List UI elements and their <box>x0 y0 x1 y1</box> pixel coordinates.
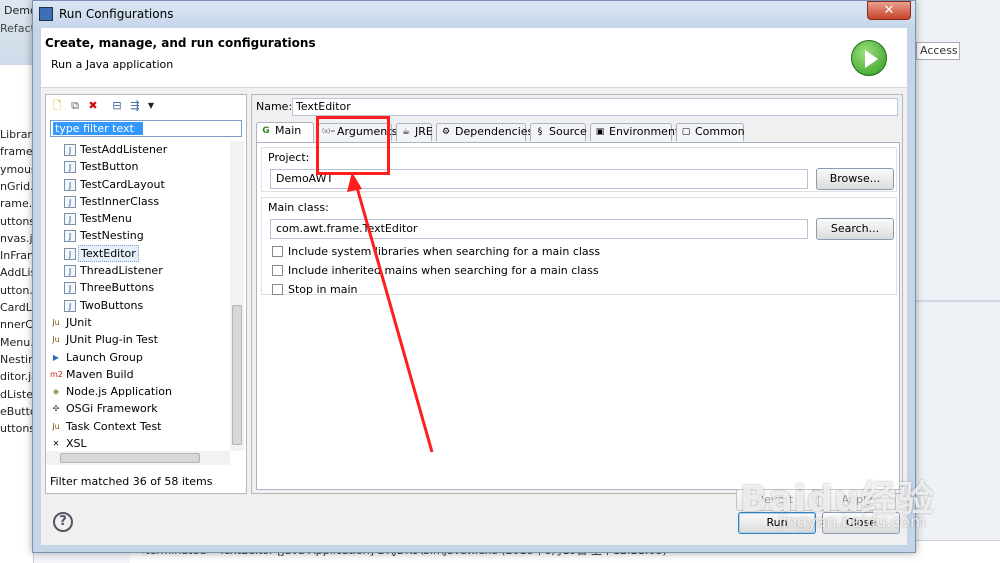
arrow-head <box>347 172 362 192</box>
baidu-watermark-url: jingyan.baidu.com <box>778 512 926 531</box>
arrow-shaft <box>354 183 434 453</box>
